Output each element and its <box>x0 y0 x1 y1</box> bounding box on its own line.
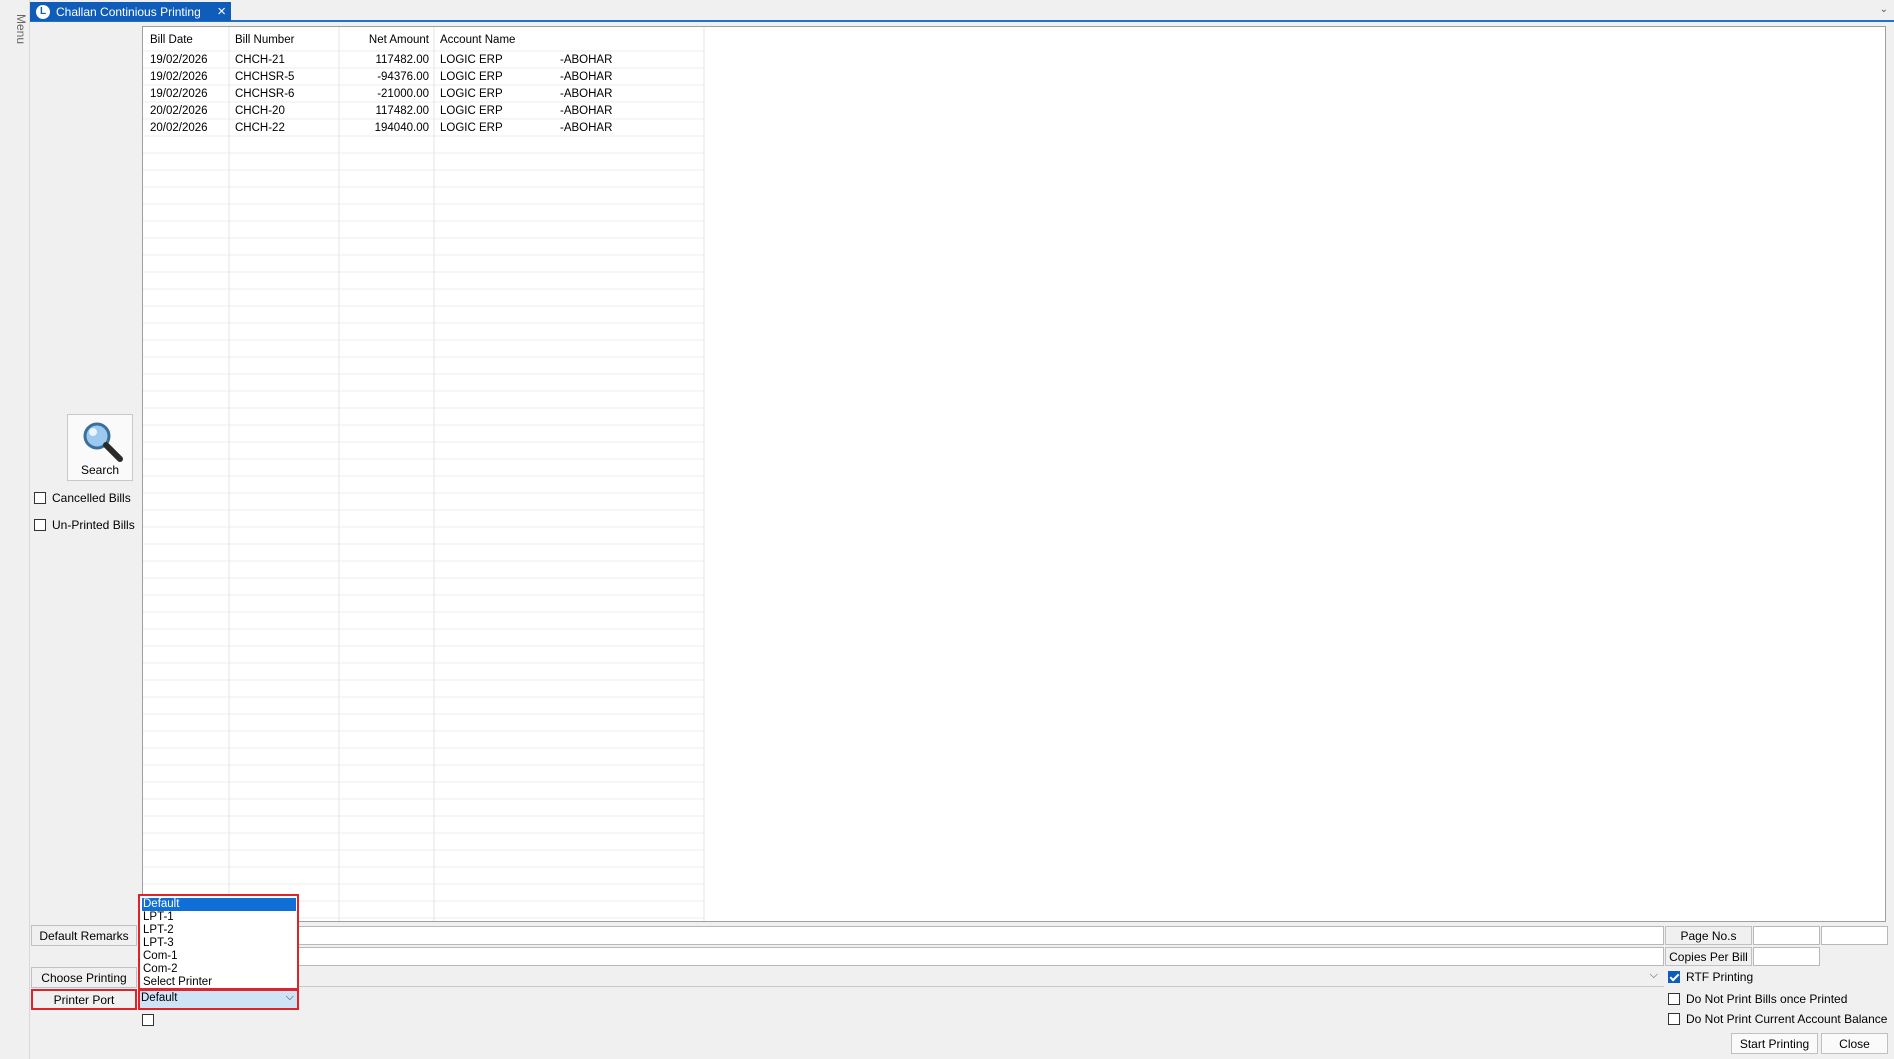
printer-port-dropdown-list[interactable]: Default LPT-1 LPT-2 LPT-3 Com-1 Com-2 Se… <box>138 894 299 990</box>
cell-net-amount: 117482.00 <box>375 105 429 117</box>
cell-bill-number: CHCH-20 <box>235 105 285 117</box>
dropdown-option-lpt-1[interactable]: LPT-1 <box>142 911 296 924</box>
dropdown-option-com-2[interactable]: Com-2 <box>142 963 296 976</box>
cell-net-amount: 117482.00 <box>375 54 429 66</box>
remarks-input-2[interactable] <box>138 947 1664 966</box>
cell-bill-number: CHCH-21 <box>235 54 285 66</box>
printer-port-button[interactable]: Printer Port <box>31 989 137 1010</box>
no-print-balance-checkbox[interactable]: Do Not Print Current Account Balance <box>1668 1012 1887 1026</box>
start-printing-button[interactable]: Start Printing <box>1731 1033 1818 1054</box>
page-nos-button[interactable]: Page No.s <box>1665 926 1752 945</box>
checkbox-checked[interactable] <box>1668 971 1680 983</box>
chevron-down-icon[interactable]: ⌵ <box>286 991 294 1004</box>
cell-account-city: -ABOHAR <box>560 54 613 66</box>
cell-account-name: LOGIC ERP <box>440 105 503 117</box>
dropdown-option-default[interactable]: Default <box>142 898 296 911</box>
cell-account-city: -ABOHAR <box>560 122 613 134</box>
tab-title: Challan Continious Printing <box>56 4 201 19</box>
cell-net-amount: -21000.00 <box>377 88 429 100</box>
cell-account-city: -ABOHAR <box>560 88 613 100</box>
tab-bar <box>30 0 1894 22</box>
cell-account-city: -ABOHAR <box>560 105 613 117</box>
col-header-net-amount[interactable]: Net Amount <box>339 32 429 49</box>
no-print-once-printed-label: Do Not Print Bills once Printed <box>1686 992 1848 1006</box>
grid-lines <box>143 27 705 921</box>
cell-account-name: LOGIC ERP <box>440 122 503 134</box>
default-remarks-button[interactable]: Default Remarks <box>31 925 137 946</box>
cell-bill-number: CHCHSR-5 <box>235 71 295 83</box>
cell-account-name: LOGIC ERP <box>440 71 503 83</box>
cell-net-amount: 194040.00 <box>374 122 429 134</box>
search-icon <box>83 422 123 462</box>
cell-bill-number: CHCHSR-6 <box>235 88 295 100</box>
dropdown-option-lpt-3[interactable]: LPT-3 <box>142 937 296 950</box>
tab-challan-printing[interactable]: L Challan Continious Printing × <box>30 2 231 21</box>
choose-printing-select[interactable]: ⌵ <box>138 968 1664 987</box>
dropdown-option-com-1[interactable]: Com-1 <box>142 950 296 963</box>
checkbox-box[interactable] <box>34 492 46 504</box>
page-nos-to-input[interactable] <box>1821 926 1888 945</box>
cell-account-name: LOGIC ERP <box>440 54 503 66</box>
search-label: Search <box>80 463 120 477</box>
page-nos-input[interactable] <box>1753 926 1820 945</box>
cell-bill-date: 20/02/2026 <box>150 105 208 117</box>
copies-per-bill-input[interactable] <box>1753 947 1820 966</box>
dropdown-option-select-printer[interactable]: Select Printer <box>142 976 296 989</box>
cell-account-city: -ABOHAR <box>560 71 613 83</box>
close-button[interactable]: Close <box>1821 1033 1888 1054</box>
printer-port-value: Default <box>141 992 178 1004</box>
extra-option-checkbox[interactable] <box>142 1014 154 1026</box>
col-header-bill-number[interactable]: Bill Number <box>235 32 294 49</box>
chevron-down-icon[interactable]: ⌵ <box>1650 969 1658 982</box>
cell-bill-date: 19/02/2026 <box>150 54 208 66</box>
bills-grid[interactable]: Bill Date Bill Number Net Amount Account… <box>142 26 1886 922</box>
cancelled-bills-label: Cancelled Bills <box>52 491 131 505</box>
close-icon[interactable]: × <box>217 3 226 20</box>
cell-bill-date: 20/02/2026 <box>150 122 208 134</box>
app-logo-icon: L <box>36 4 50 19</box>
checkbox-box[interactable] <box>1668 1013 1680 1025</box>
checkbox-box[interactable] <box>34 519 46 531</box>
rtf-printing-label: RTF Printing <box>1686 970 1754 984</box>
dropdown-option-lpt-2[interactable]: LPT-2 <box>142 924 296 937</box>
unprinted-bills-checkbox[interactable]: Un-Printed Bills <box>34 518 135 532</box>
no-print-balance-label: Do Not Print Current Account Balance <box>1686 1012 1888 1026</box>
search-button[interactable]: Search <box>67 414 133 481</box>
chevron-down-icon[interactable]: ⌄ <box>1880 4 1888 15</box>
default-remarks-input[interactable] <box>138 926 1664 945</box>
cancelled-bills-checkbox[interactable]: Cancelled Bills <box>34 491 131 505</box>
side-menu-strip[interactable]: Menu <box>0 0 30 1059</box>
checkbox-box[interactable] <box>1668 993 1680 1005</box>
menu-label[interactable]: Menu <box>2 14 28 44</box>
no-print-once-printed-checkbox[interactable]: Do Not Print Bills once Printed <box>1668 992 1847 1006</box>
cell-net-amount: -94376.00 <box>377 71 429 83</box>
choose-printing-button[interactable]: Choose Printing <box>31 967 137 988</box>
printer-port-select-value[interactable]: Default ⌵ <box>140 991 297 1008</box>
col-header-account-name[interactable]: Account Name <box>440 32 515 49</box>
cell-account-name: LOGIC ERP <box>440 88 503 100</box>
cell-bill-date: 19/02/2026 <box>150 88 208 100</box>
col-header-bill-date[interactable]: Bill Date <box>150 32 193 49</box>
cell-bill-number: CHCH-22 <box>235 122 285 134</box>
unprinted-bills-label: Un-Printed Bills <box>52 518 135 532</box>
cell-bill-date: 19/02/2026 <box>150 71 208 83</box>
copies-per-bill-button[interactable]: Copies Per Bill <box>1665 947 1752 966</box>
rtf-printing-checkbox[interactable]: RTF Printing <box>1668 970 1753 984</box>
